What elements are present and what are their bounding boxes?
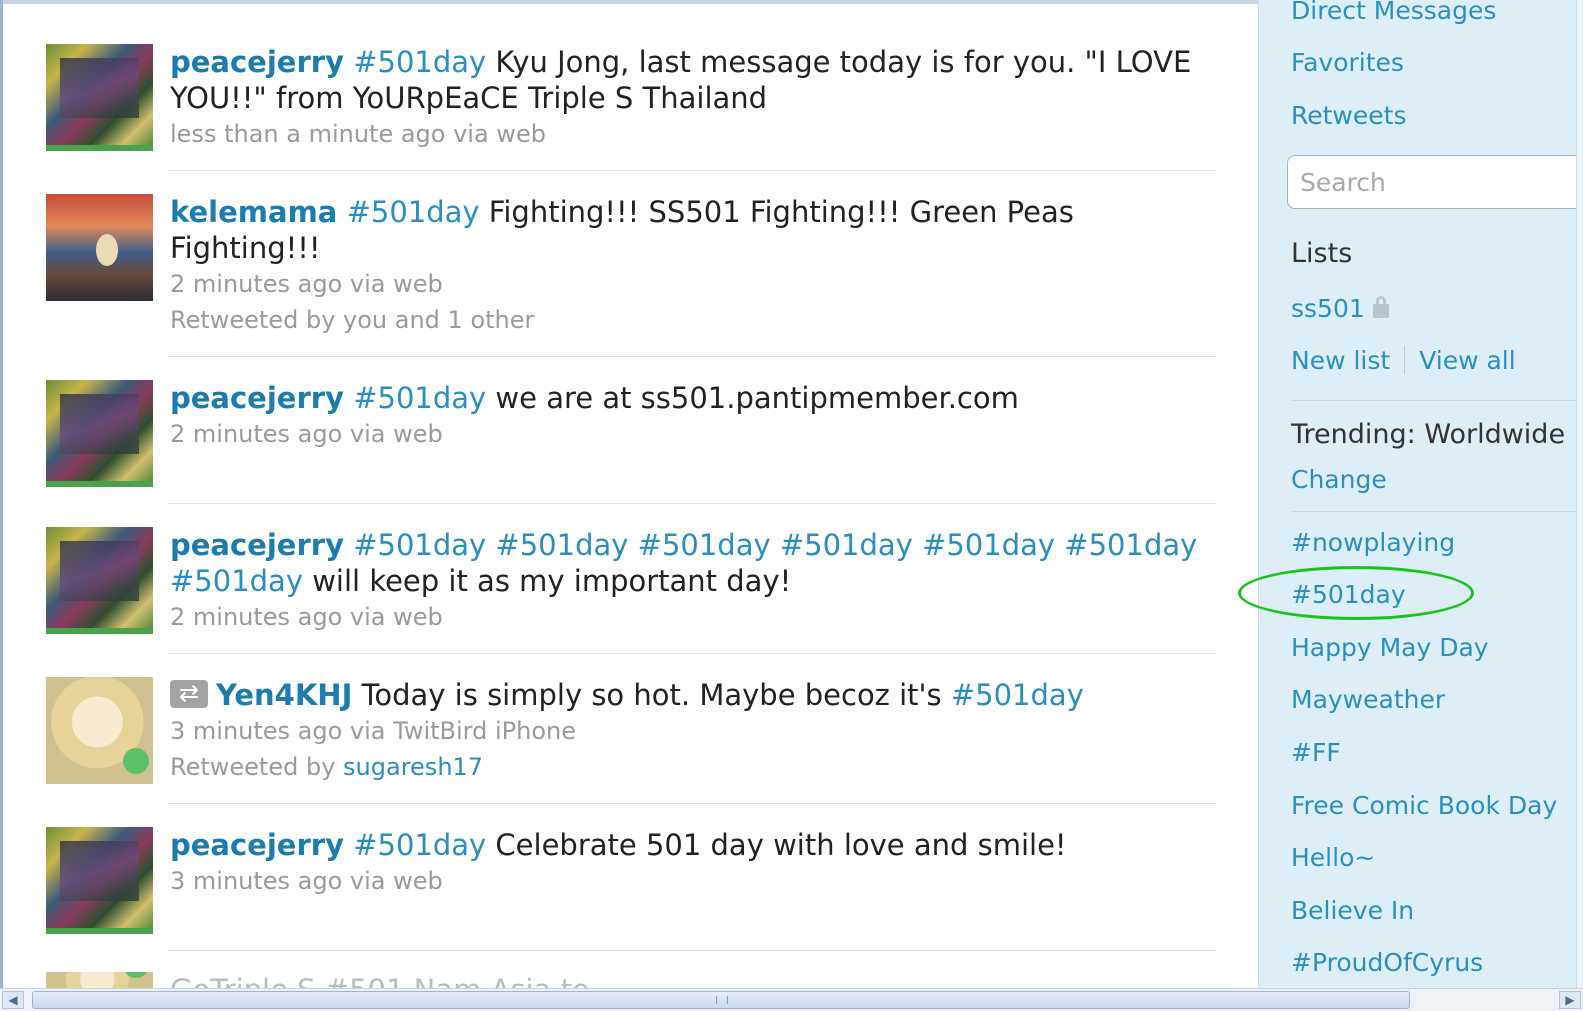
username-link[interactable]: peacejerry — [170, 45, 344, 79]
retweeter-link[interactable]: sugaresh17 — [343, 753, 483, 781]
trend-item[interactable]: #nowplaying — [1291, 526, 1455, 560]
tweet-timestamp[interactable]: 2 minutes ago via web — [170, 266, 1210, 302]
retweets-link[interactable]: Retweets — [1291, 99, 1406, 133]
grip-icon — [716, 996, 728, 1004]
trend-item[interactable]: Free Comic Book Day — [1291, 789, 1557, 823]
view-all-link[interactable]: View all — [1419, 346, 1515, 375]
sidebar-divider — [1291, 511, 1583, 512]
list-actions: New list View all — [1291, 344, 1516, 378]
avatar[interactable] — [46, 380, 153, 487]
hashtag-link[interactable]: #501day — [353, 828, 486, 862]
avatar[interactable] — [46, 827, 153, 934]
sidebar-divider — [1291, 400, 1583, 401]
avatar[interactable] — [46, 194, 153, 301]
hashtag-link[interactable]: #501day — [353, 528, 486, 562]
hashtag-link[interactable]: #501day — [780, 528, 913, 562]
hashtag-link[interactable]: #501day — [495, 528, 628, 562]
retweeted-by: Retweeted by sugaresh17 — [170, 749, 1210, 785]
tweet-divider — [168, 950, 1216, 951]
tweet-divider — [168, 503, 1216, 504]
new-list-link[interactable]: New list — [1291, 346, 1390, 375]
tweet-timestamp[interactable]: 2 minutes ago via web — [170, 416, 1210, 452]
trend-item[interactable]: Happy May Day — [1291, 631, 1489, 665]
tweet-body: Today is simply so hot. Maybe becoz it's — [352, 678, 951, 712]
trend-item[interactable]: Mayweather — [1291, 683, 1445, 717]
highlight-circle-annotation — [1238, 566, 1474, 620]
change-trends-link[interactable]: Change — [1291, 463, 1387, 497]
username-link[interactable]: kelemama — [170, 195, 337, 229]
tweet-text: peacejerry #501day #501day #501day #501d… — [170, 527, 1210, 599]
avatar[interactable] — [46, 527, 153, 634]
tweet-divider — [168, 803, 1216, 804]
tweet-text: kelemama #501day Fighting!!! SS501 Fight… — [170, 194, 1210, 266]
hashtag-link[interactable]: #501day — [638, 528, 771, 562]
avatar[interactable] — [46, 677, 153, 784]
vertical-scroll-edge[interactable] — [1576, 0, 1583, 988]
divider — [1404, 346, 1406, 374]
lists-heading: Lists — [1291, 238, 1353, 269]
hashtag-link[interactable]: #501day — [353, 381, 486, 415]
tweet-timestamp[interactable]: 3 minutes ago via web — [170, 863, 1210, 899]
tweet-divider — [168, 653, 1216, 654]
sidebar: Direct Messages Favorites Retweets Lists… — [1258, 0, 1583, 988]
tweet-text: Yen4KHJ Today is simply so hot. Maybe be… — [170, 677, 1210, 713]
lock-icon — [1372, 296, 1389, 318]
tweet-text: peacejerry #501day Kyu Jong, last messag… — [170, 44, 1210, 116]
username-link[interactable]: peacejerry — [170, 528, 344, 562]
tweet-timestamp[interactable]: less than a minute ago via web — [170, 116, 1210, 152]
tweet-timestamp[interactable]: 3 minutes ago via TwitBird iPhone — [170, 713, 1210, 749]
hashtag-link[interactable]: #501day — [1064, 528, 1197, 562]
trending-heading: Trending: Worldwide — [1291, 418, 1565, 452]
horizontal-scrollbar[interactable]: ◀ ▶ — [0, 988, 1583, 1011]
tweet-text: peacejerry #501day Celebrate 501 day wit… — [170, 827, 1210, 863]
tweet-timestamp[interactable]: 2 minutes ago via web — [170, 599, 1210, 635]
list-item-label[interactable]: ss501 — [1291, 294, 1365, 323]
trend-item[interactable]: #ProudOfCyrus — [1291, 946, 1483, 980]
trending-label: Trending: — [1291, 419, 1416, 450]
search-input[interactable] — [1287, 155, 1577, 209]
trend-item[interactable]: Believe In — [1291, 894, 1414, 928]
tweet-body: will keep it as my important day! — [303, 564, 792, 598]
tweet-text: peacejerry #501day we are at ss501.panti… — [170, 380, 1210, 416]
hashtag-link[interactable]: #501day — [347, 195, 480, 229]
tweet-body: Celebrate 501 day with love and smile! — [486, 828, 1067, 862]
scroll-right-icon[interactable]: ▶ — [1559, 991, 1581, 1009]
scrollbar-thumb[interactable] — [32, 991, 1410, 1009]
retweeted-by-prefix: Retweeted by — [170, 753, 344, 781]
avatar[interactable] — [46, 44, 153, 151]
hashtag-link[interactable]: #501day — [951, 678, 1084, 712]
tweet-text-partial: GoTriple S #501 Nam Asia to ... ... ... … — [170, 972, 1210, 988]
trend-item[interactable]: #FF — [1291, 736, 1341, 770]
retweeted-by: Retweeted by you and 1 other — [170, 306, 535, 334]
timeline: peacejerry #501day Kyu Jong, last messag… — [0, 0, 1258, 988]
trending-scope: Worldwide — [1424, 419, 1566, 450]
username-link[interactable]: peacejerry — [170, 381, 344, 415]
tweet-divider — [168, 356, 1216, 357]
scroll-left-icon[interactable]: ◀ — [2, 991, 24, 1009]
hashtag-link[interactable]: #501day — [922, 528, 1055, 562]
hashtag-link[interactable]: #501day — [170, 564, 303, 598]
list-item-ss501[interactable]: ss501 — [1291, 292, 1389, 326]
trend-item[interactable]: Hello~ — [1291, 841, 1375, 875]
direct-messages-link[interactable]: Direct Messages — [1291, 0, 1496, 28]
hashtag-link[interactable]: #501day — [353, 45, 486, 79]
tweet-divider — [168, 170, 1216, 171]
favorites-link[interactable]: Favorites — [1291, 46, 1404, 80]
retweet-icon — [170, 678, 208, 708]
tweet-body: we are at ss501.pantipmember.com — [486, 381, 1019, 415]
username-link[interactable]: peacejerry — [170, 828, 344, 862]
username-link[interactable]: Yen4KHJ — [216, 678, 352, 712]
avatar[interactable] — [46, 972, 153, 988]
